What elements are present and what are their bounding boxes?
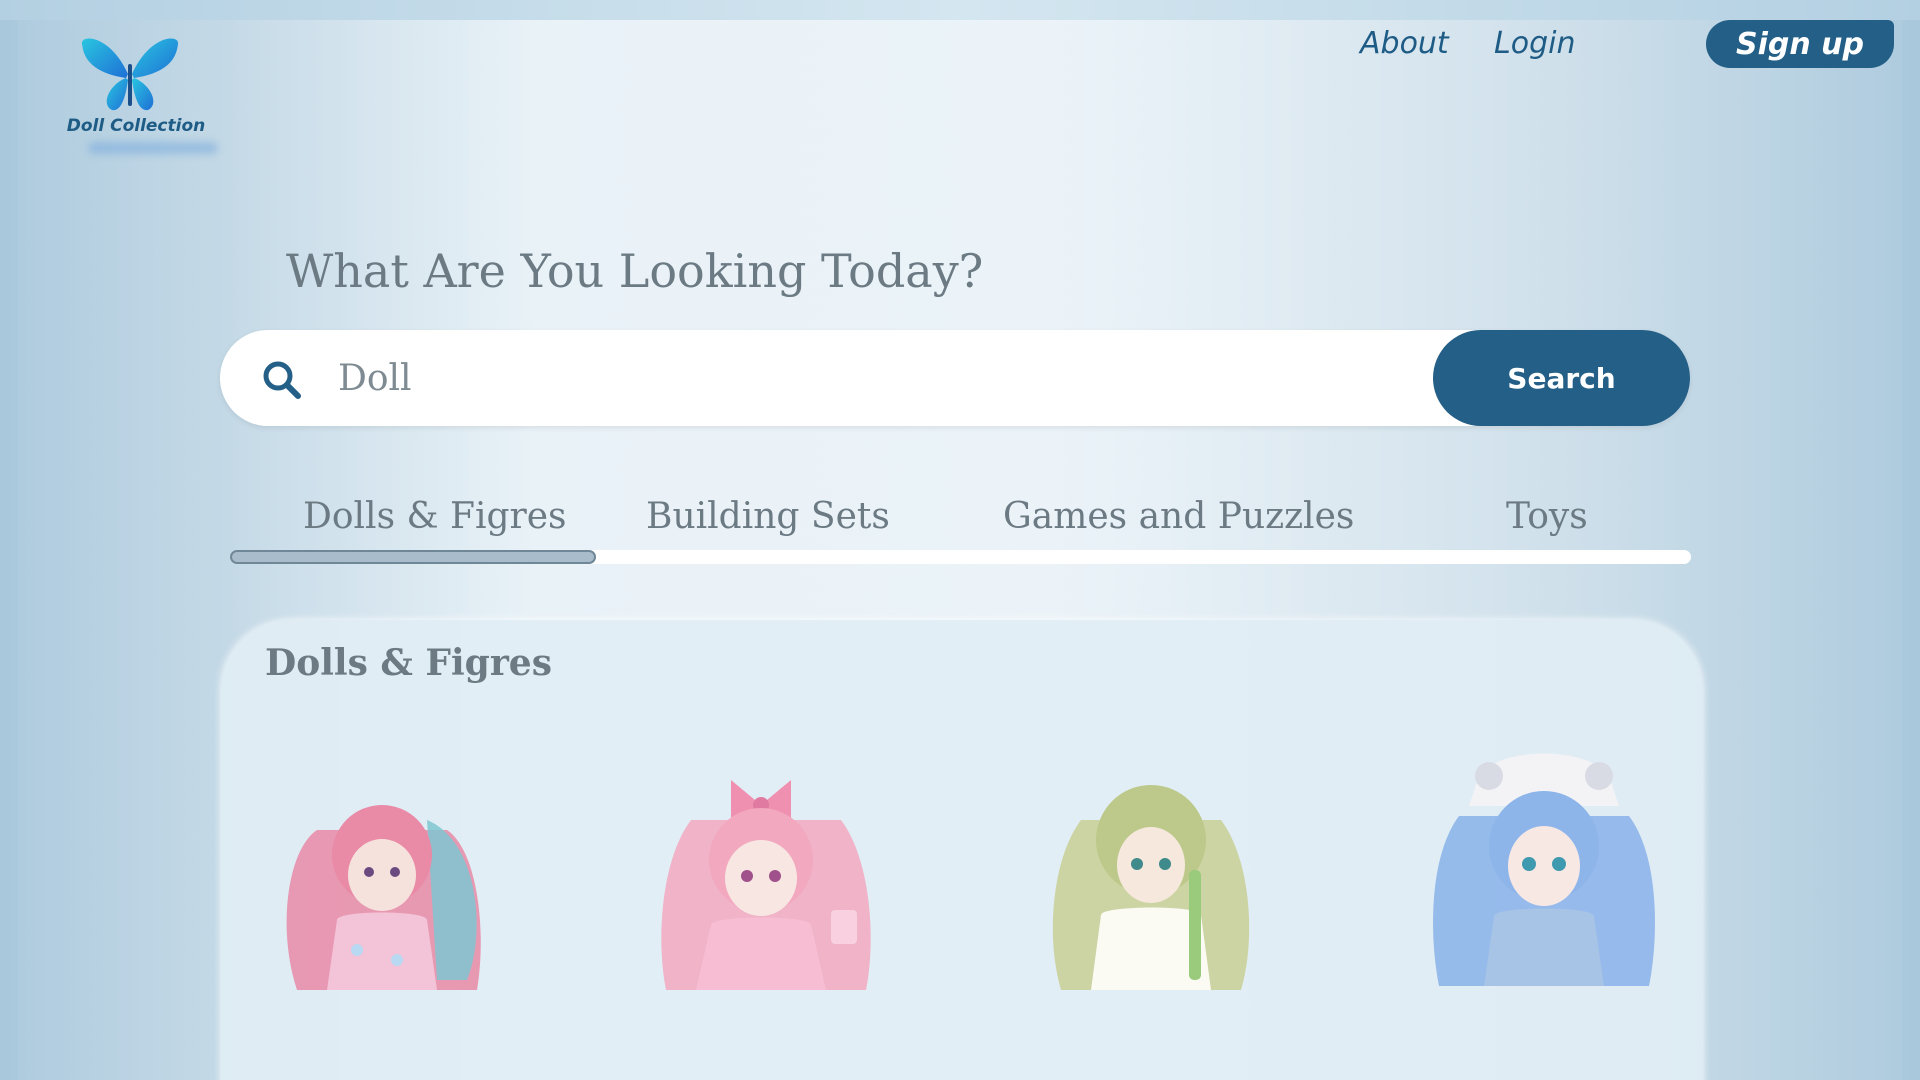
product-card[interactable]	[1429, 753, 1659, 990]
top-strip	[0, 0, 1920, 20]
nav-login-link[interactable]: Login	[1494, 26, 1575, 61]
doll-image	[1433, 753, 1655, 986]
doll-image	[661, 780, 871, 990]
search-input[interactable]	[338, 348, 1338, 408]
search-bar: Search	[220, 330, 1690, 426]
search-icon	[260, 358, 304, 407]
tab-dolls-figures[interactable]: Dolls & Figres	[303, 496, 567, 537]
nav-about-link[interactable]: About	[1360, 26, 1449, 61]
product-card[interactable]	[277, 760, 507, 990]
page-heading: What Are You Looking Today?	[286, 244, 984, 298]
tab-toys[interactable]: Toys	[1506, 496, 1588, 537]
brand-name: Doll Collection	[66, 116, 206, 136]
panel-title: Dolls & Figres	[265, 642, 552, 684]
signup-button[interactable]: Sign up	[1706, 20, 1894, 68]
product-card[interactable]	[1041, 760, 1271, 990]
tab-building-sets[interactable]: Building Sets	[646, 496, 890, 537]
doll-image	[1052, 785, 1250, 990]
butterfly-icon	[81, 38, 179, 111]
product-card[interactable]	[651, 760, 881, 990]
tab-active-indicator	[230, 550, 596, 564]
search-button[interactable]: Search	[1433, 330, 1690, 426]
tab-games-puzzles[interactable]: Games and Puzzles	[1003, 496, 1354, 537]
logo-glow	[88, 142, 218, 154]
category-panel: Dolls & Figres	[221, 620, 1703, 1080]
brand-logo[interactable]: Doll Collection	[66, 30, 218, 160]
doll-image	[286, 805, 481, 990]
